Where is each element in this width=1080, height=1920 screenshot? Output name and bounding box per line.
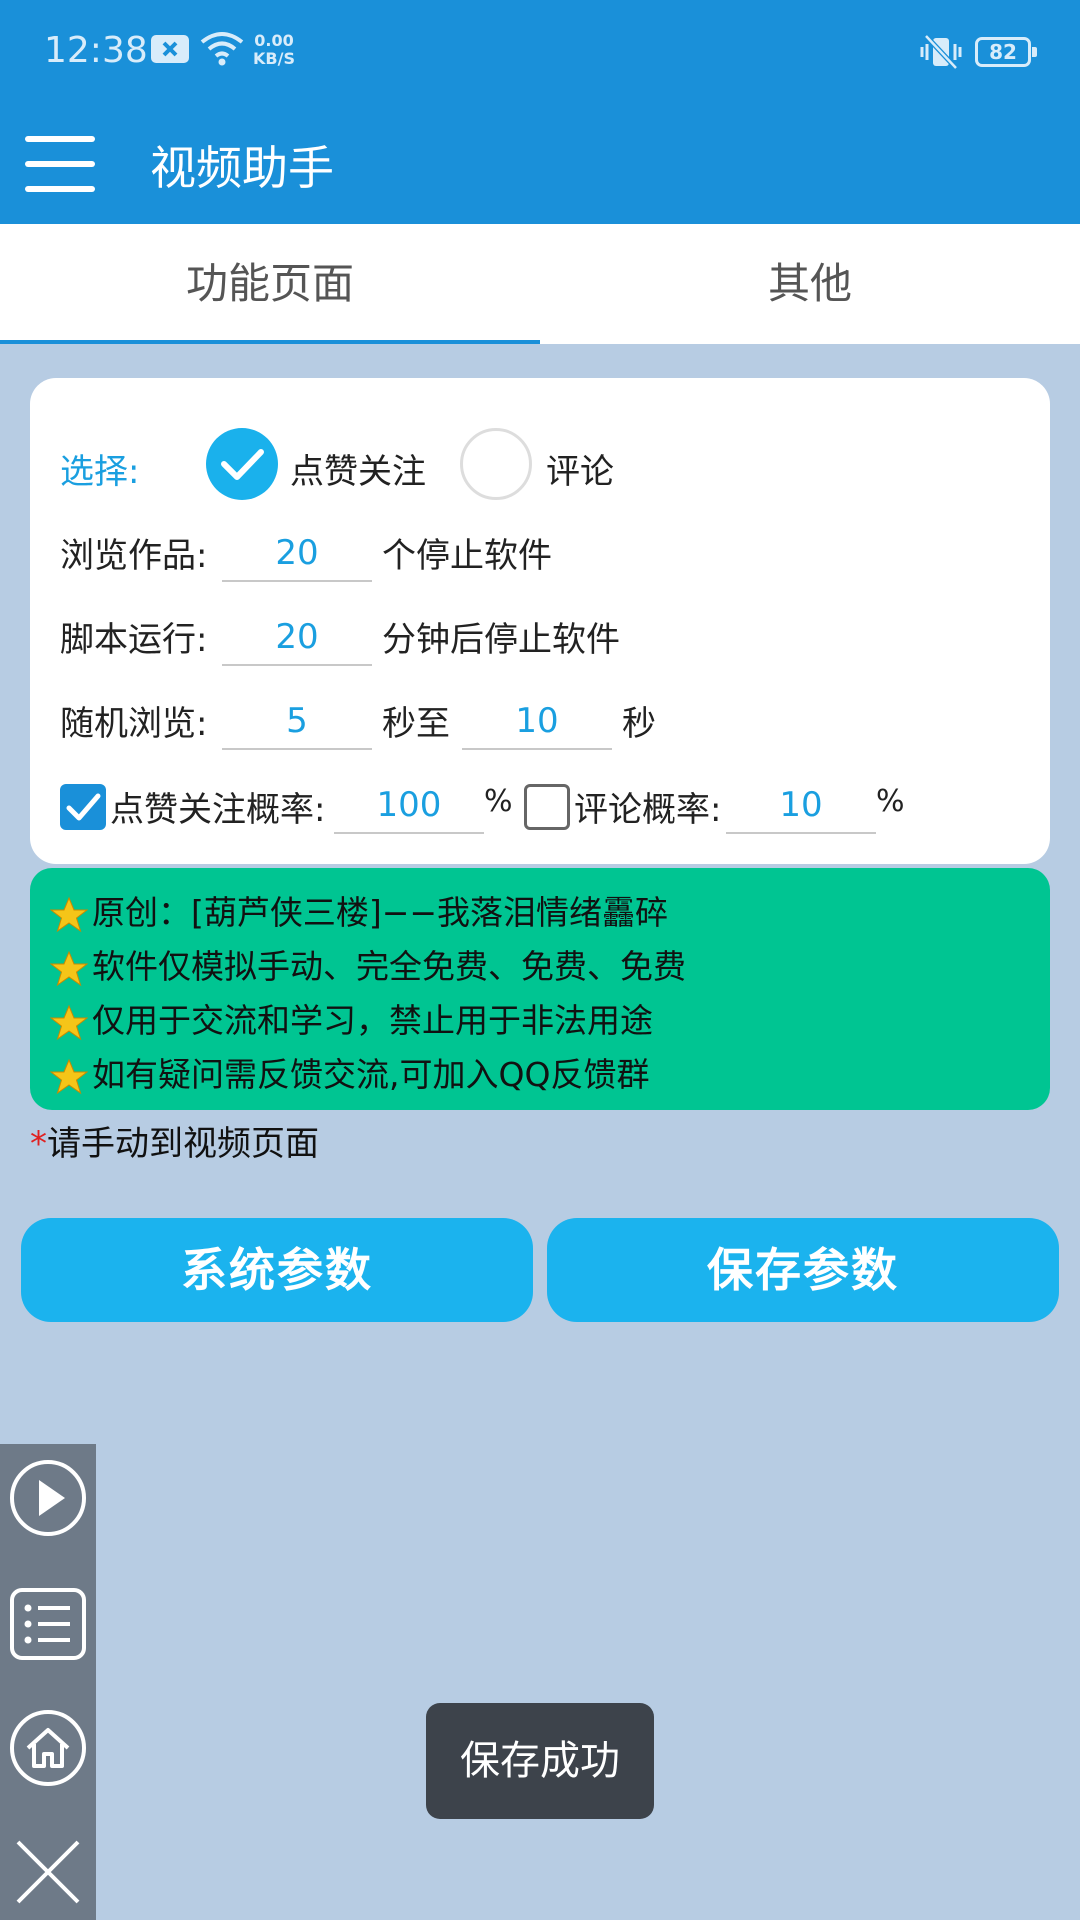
run-label: 脚本运行: (60, 620, 208, 660)
app-title: 视频助手 (150, 141, 334, 195)
vibrate-mute-icon (920, 34, 962, 70)
browse-count-input[interactable]: 20 (222, 528, 372, 582)
hint-text: *请手动到视频页面 (30, 1116, 319, 1165)
star-icon (50, 1058, 88, 1094)
comment-prob-percent: % (876, 784, 905, 819)
notice-text: 如有疑问需反馈交流,可加入QQ反馈群 (92, 1055, 650, 1094)
checkmark-icon (66, 793, 101, 821)
star-icon (50, 896, 88, 932)
notice-text: 仅用于交流和学习，禁止用于非法用途 (92, 1001, 653, 1040)
network-speed-value: 0.00 (254, 31, 294, 50)
tab-other[interactable]: 其他 (540, 224, 1080, 344)
status-time: 12:38 (44, 30, 148, 71)
toast-message: 保存成功 (426, 1703, 654, 1819)
like-prob-input[interactable]: 100 (334, 780, 484, 834)
check-icon (221, 449, 264, 480)
star-icon (50, 1004, 88, 1040)
notification-icon (151, 35, 189, 63)
notice-line: 原创：[葫芦侠三楼]−−我落泪情绪靐碎 (50, 886, 668, 934)
app-bar: 视频助手 (0, 100, 1080, 224)
notice-line: 如有疑问需反馈交流,可加入QQ反馈群 (50, 1048, 649, 1096)
random-mid-text: 秒至 (382, 704, 450, 744)
hint-message: 请手动到视频页面 (47, 1124, 319, 1164)
list-icon[interactable] (8, 1584, 88, 1664)
radio-like-follow-label[interactable]: 点赞关注 (290, 444, 426, 493)
status-bar: 12:38 0.00 KB/S 82 (0, 0, 1080, 100)
tab-function-page[interactable]: 功能页面 (0, 224, 540, 344)
random-suffix: 秒 (622, 704, 656, 744)
notice-line: 仅用于交流和学习，禁止用于非法用途 (50, 994, 653, 1042)
notice-line: 软件仅模拟手动、完全免费、免费、免费 (50, 940, 686, 988)
menu-icon[interactable] (25, 136, 95, 192)
home-icon[interactable] (8, 1708, 88, 1788)
close-icon[interactable] (8, 1832, 88, 1912)
comment-prob-label: 评论概率: (574, 790, 722, 830)
run-minutes-input[interactable]: 20 (222, 612, 372, 666)
wifi-icon (200, 32, 244, 66)
radio-like-follow[interactable] (206, 428, 278, 500)
floating-control-bar (0, 1444, 96, 1920)
random-max-input[interactable]: 10 (462, 696, 612, 750)
radio-comment-label[interactable]: 评论 (546, 444, 614, 493)
notice-text: 原创：[葫芦侠三楼]−−我落泪情绪靐碎 (92, 893, 669, 932)
browse-suffix: 个停止软件 (382, 536, 552, 576)
like-prob-label: 点赞关注概率: (110, 790, 326, 830)
run-suffix: 分钟后停止软件 (382, 620, 620, 660)
comment-prob-checkbox[interactable] (524, 784, 570, 830)
network-speed-unit: KB/S (253, 49, 295, 68)
comment-prob-input[interactable]: 10 (726, 780, 876, 834)
star-icon (50, 950, 88, 986)
tab-active-indicator (0, 340, 540, 344)
settings-card: 选择: 点赞关注 评论 浏览作品: 20 个停止软件 脚本运行: 20 分钟后停… (30, 378, 1050, 864)
network-speed: 0.00 KB/S (253, 32, 295, 68)
radio-comment[interactable] (460, 428, 532, 500)
like-prob-percent: % (484, 784, 513, 819)
notice-box: 原创：[葫芦侠三楼]−−我落泪情绪靐碎 软件仅模拟手动、完全免费、免费、免费 仅… (30, 868, 1050, 1110)
save-params-button[interactable]: 保存参数 (547, 1218, 1059, 1322)
required-mark: * (30, 1124, 47, 1164)
random-min-input[interactable]: 5 (222, 696, 372, 750)
notice-text: 软件仅模拟手动、完全免费、免费、免费 (92, 947, 686, 986)
select-label: 选择: (60, 452, 140, 492)
browse-label: 浏览作品: (60, 536, 208, 576)
random-label: 随机浏览: (60, 704, 208, 744)
system-params-button[interactable]: 系统参数 (21, 1218, 533, 1322)
tab-bar: 功能页面 其他 (0, 224, 1080, 344)
play-icon[interactable] (8, 1458, 88, 1538)
like-prob-checkbox[interactable] (60, 784, 106, 830)
battery-icon: 82 (975, 37, 1037, 67)
